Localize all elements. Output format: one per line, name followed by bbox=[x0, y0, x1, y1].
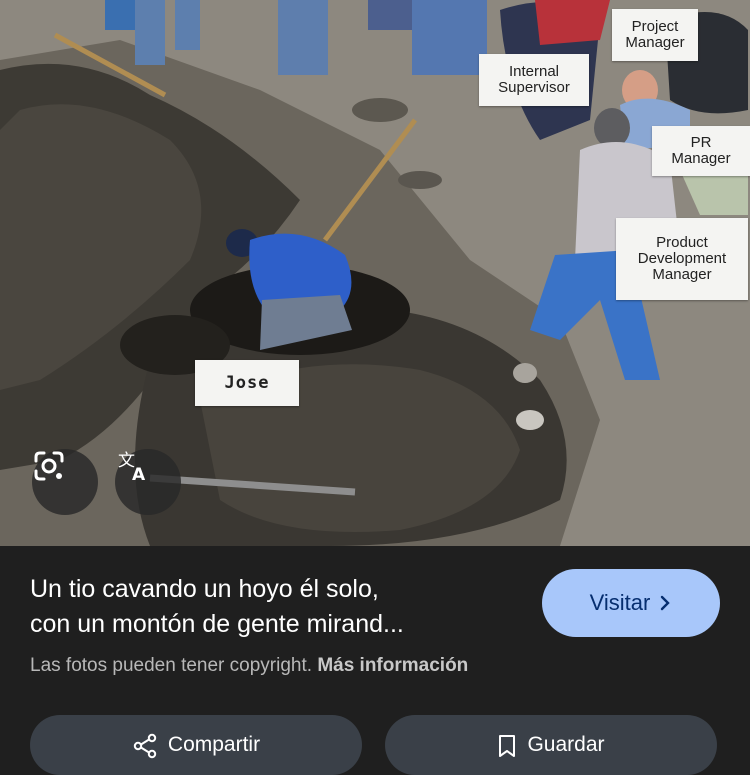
svg-text:A: A bbox=[132, 465, 146, 483]
copyright-notice: Las fotos pueden tener copyright. Más in… bbox=[30, 655, 468, 677]
translate-button[interactable]: 文 A bbox=[115, 449, 181, 515]
result-image[interactable]: Project Manager Internal Supervisor PR M… bbox=[0, 0, 750, 546]
bookmark-icon bbox=[499, 735, 516, 757]
label-pr-manager: PR Manager bbox=[652, 126, 750, 176]
share-icon bbox=[133, 733, 157, 759]
result-title[interactable]: Un tio cavando un hoyo él solo, con un m… bbox=[30, 572, 520, 642]
label-internal-supervisor: Internal Supervisor bbox=[479, 54, 589, 106]
translate-icon: 文 A bbox=[118, 451, 146, 483]
more-info-link[interactable]: Más información bbox=[317, 655, 468, 676]
label-jose: Jose bbox=[195, 360, 299, 406]
visit-button[interactable]: Visitar bbox=[542, 569, 720, 637]
google-lens-icon bbox=[34, 451, 64, 481]
save-button[interactable]: Guardar bbox=[385, 715, 717, 775]
chevron-right-icon bbox=[661, 595, 671, 611]
label-product-development-manager: Product Development Manager bbox=[616, 218, 748, 300]
visit-button-label: Visitar bbox=[589, 590, 651, 615]
share-button-label: Compartir bbox=[167, 733, 261, 756]
label-project-manager: Project Manager bbox=[612, 9, 698, 61]
share-button[interactable]: Compartir bbox=[30, 715, 362, 775]
lens-search-button[interactable] bbox=[32, 449, 98, 515]
copyright-text: Las fotos pueden tener copyright. bbox=[30, 655, 313, 676]
save-button-label: Guardar bbox=[527, 733, 605, 756]
